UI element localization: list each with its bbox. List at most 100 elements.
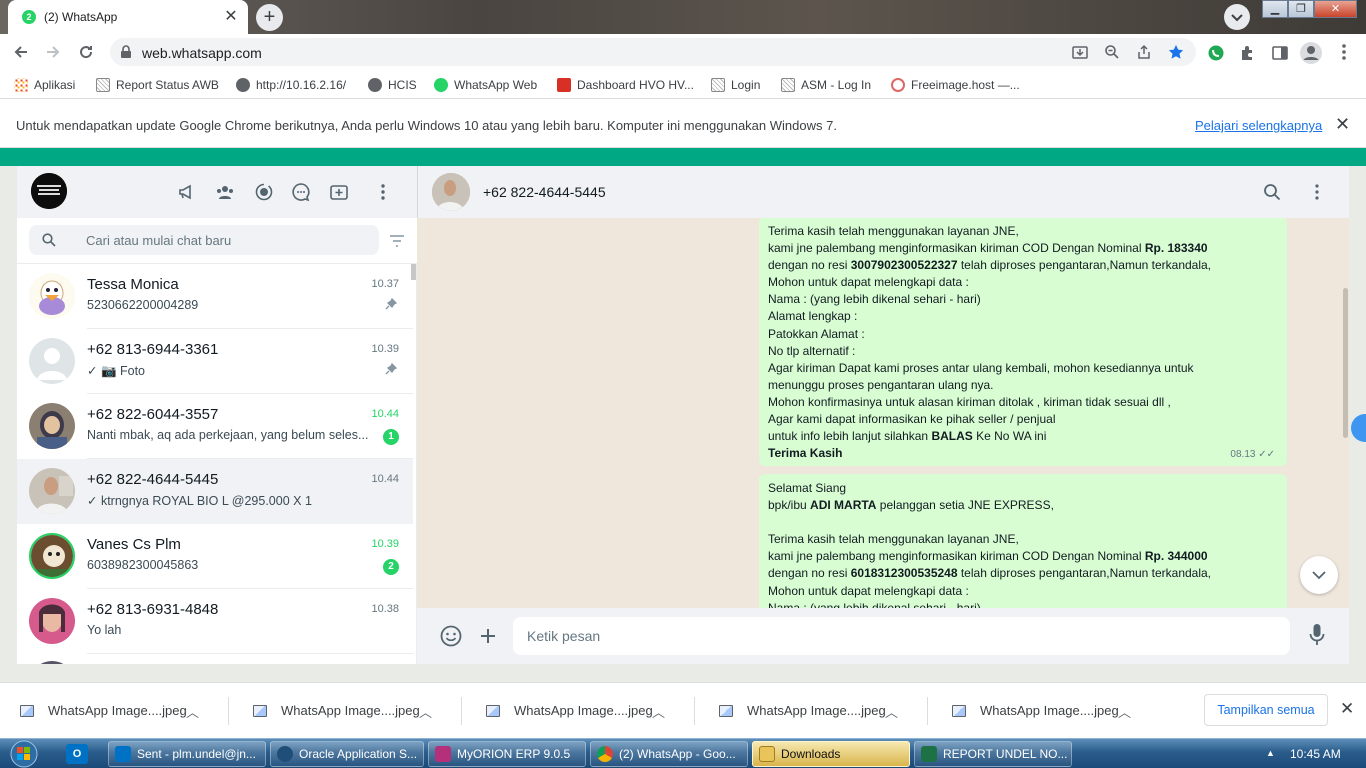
download-filename: WhatsApp Image....jpeg xyxy=(980,703,1119,718)
chat-item[interactable]: +62 822-6044-3557 10.44 Nanti mbak, aq a… xyxy=(17,394,413,459)
outlook-pinned-icon[interactable]: O xyxy=(66,744,88,764)
new-chat-icon[interactable] xyxy=(329,182,349,202)
bookmark-aplikasi[interactable]: Aplikasi xyxy=(14,76,75,94)
learn-more-link[interactable]: Pelajari selengkapnya xyxy=(1195,118,1322,133)
whatsapp-tab-favicon: 2 xyxy=(22,10,36,24)
contact-avatar[interactable] xyxy=(432,173,470,211)
bookmark-freeimage[interactable]: Freeimage.host —... xyxy=(891,76,1020,94)
back-icon[interactable] xyxy=(12,43,30,61)
chat-name: Tessa Monica xyxy=(87,276,179,293)
zoom-icon[interactable] xyxy=(1104,44,1120,60)
chevron-up-icon[interactable]: ︿ xyxy=(652,702,665,721)
message-scrollbar[interactable] xyxy=(1343,288,1348,438)
chrome-menu-icon[interactable] xyxy=(1338,43,1350,61)
message-line: Mohon untuk dapat melengkapi data : xyxy=(768,583,969,598)
filter-icon[interactable] xyxy=(389,234,405,248)
taskbar-item-outlook[interactable]: Sent - plm.undel@jn... xyxy=(108,741,266,767)
bookmark-star-icon[interactable] xyxy=(1168,44,1184,60)
microphone-icon[interactable] xyxy=(1309,623,1325,647)
bookmark-dashboard[interactable]: Dashboard HVO HV... xyxy=(557,76,694,94)
scroll-to-bottom-button[interactable] xyxy=(1300,556,1338,594)
profile-avatar-icon[interactable] xyxy=(1299,41,1323,65)
minimize-button[interactable]: ▁ xyxy=(1262,0,1288,18)
chat-item-partial[interactable] xyxy=(17,654,413,664)
taskbar-item-erp[interactable]: MyORION ERP 9.0.5 xyxy=(428,741,586,767)
download-item[interactable]: WhatsApp Image....jpeg ︿ xyxy=(699,693,929,729)
image-file-icon xyxy=(20,705,34,717)
message-line: kami jne palembang menginformasikan kiri… xyxy=(768,241,1208,256)
search-input[interactable]: Cari atau mulai chat baru xyxy=(29,225,379,255)
side-panel-icon[interactable] xyxy=(1271,44,1289,62)
bookmark-whatsapp-web[interactable]: WhatsApp Web xyxy=(434,76,537,94)
sidebar-menu-icon[interactable] xyxy=(373,182,393,202)
tray-expand-icon[interactable]: ▲ xyxy=(1266,748,1275,758)
chevron-up-icon[interactable]: ︿ xyxy=(186,702,199,721)
download-item[interactable]: WhatsApp Image....jpeg ︿ xyxy=(233,693,463,729)
search-messages-icon[interactable] xyxy=(1263,183,1281,201)
address-bar[interactable]: web.whatsapp.com xyxy=(110,38,1196,66)
tab-search-button[interactable] xyxy=(1224,4,1250,30)
chat-time: 10.38 xyxy=(371,603,399,615)
download-item[interactable]: WhatsApp Image....jpeg ︿ xyxy=(466,693,696,729)
channels-megaphone-icon[interactable] xyxy=(177,182,197,202)
message-bubble-outgoing[interactable]: Selamat Siang bpk/ibu ADI MARTA pelangga… xyxy=(759,474,1287,608)
channels-chat-icon[interactable] xyxy=(291,182,311,202)
chat-name: Vanes Cs Plm xyxy=(87,536,181,553)
bookmark-asm[interactable]: ASM - Log In xyxy=(781,76,871,94)
download-filename: WhatsApp Image....jpeg xyxy=(514,703,653,718)
message-input[interactable]: Ketik pesan xyxy=(513,617,1290,655)
chat-item[interactable]: Vanes Cs Plm 10.39 6038982300045863 2 xyxy=(17,524,413,589)
page-icon xyxy=(96,78,110,92)
window-close-button[interactable]: ✕ xyxy=(1314,0,1357,18)
chevron-up-icon[interactable]: ︿ xyxy=(419,702,432,721)
browser-toolbar: web.whatsapp.com xyxy=(0,34,1366,70)
bookmark-ip[interactable]: http://10.16.2.16/ xyxy=(236,76,346,94)
attach-plus-icon[interactable] xyxy=(479,627,497,645)
message-line: Nama : (yang lebih dikenal sehari - hari… xyxy=(768,600,981,608)
folder-icon xyxy=(759,746,775,762)
forward-icon[interactable] xyxy=(44,43,62,61)
shelf-close-icon[interactable]: ✕ xyxy=(1340,699,1354,719)
bookmark-hcis[interactable]: HCIS xyxy=(368,76,417,94)
whatsapp-icon xyxy=(434,78,448,92)
chat-item-active[interactable]: +62 822-4644-5445 10.44 ✓ ktrngnya ROYAL… xyxy=(17,459,413,524)
install-app-icon[interactable] xyxy=(1072,44,1088,60)
show-all-downloads-button[interactable]: Tampilkan semua xyxy=(1204,694,1328,726)
taskbar-item-oracle[interactable]: Oracle Application S... xyxy=(270,741,424,767)
emoji-icon[interactable] xyxy=(440,625,462,647)
outlook-icon xyxy=(115,746,131,762)
taskbar-label: MyORION ERP 9.0.5 xyxy=(457,747,571,761)
chat-item[interactable]: +62 813-6944-3361 10.39 ✓ 📷 Foto xyxy=(17,329,413,394)
tab-whatsapp[interactable]: 2 (2) WhatsApp ✕ xyxy=(8,0,248,34)
download-item[interactable]: WhatsApp Image....jpeg ︿ xyxy=(932,693,1162,729)
conversation-menu-icon[interactable] xyxy=(1308,183,1326,201)
chat-item[interactable]: +62 813-6931-4848 10.38 Yo lah xyxy=(17,589,413,654)
bookmark-login[interactable]: Login xyxy=(711,76,760,94)
new-tab-button[interactable]: + xyxy=(256,4,283,31)
taskbar-clock[interactable]: 10:45 AM xyxy=(1290,747,1341,761)
start-button[interactable] xyxy=(4,739,44,768)
extensions-puzzle-icon[interactable] xyxy=(1239,44,1257,62)
bookmark-report-status-awb[interactable]: Report Status AWB xyxy=(96,76,219,94)
conversation-header[interactable]: +62 822-4644-5445 xyxy=(417,166,1349,218)
lock-icon xyxy=(121,45,131,58)
download-item[interactable]: WhatsApp Image....jpeg ︿ xyxy=(0,693,230,729)
whatsapp-extension-icon[interactable] xyxy=(1207,44,1225,62)
taskbar-item-chrome[interactable]: (2) WhatsApp - Goo... xyxy=(590,741,748,767)
communities-icon[interactable] xyxy=(215,182,235,202)
my-avatar[interactable] xyxy=(31,173,67,209)
reload-icon[interactable] xyxy=(77,43,95,61)
chat-sidebar: Cari atau mulai chat baru Tessa Monica 1… xyxy=(17,166,417,664)
maximize-button[interactable]: ❐ xyxy=(1288,0,1314,18)
taskbar-item-downloads[interactable]: Downloads xyxy=(752,741,910,767)
tab-close-icon[interactable]: ✕ xyxy=(222,8,240,26)
chevron-up-icon[interactable]: ︿ xyxy=(885,702,898,721)
message-bubble-outgoing[interactable]: Terima kasih telah menggunakan layanan J… xyxy=(759,218,1287,466)
status-icon[interactable] xyxy=(254,182,274,202)
infobar-close-icon[interactable]: ✕ xyxy=(1335,114,1350,135)
chat-item[interactable]: Tessa Monica 10.37 5230662200004289 xyxy=(17,264,413,329)
share-icon[interactable] xyxy=(1136,44,1152,60)
taskbar-item-excel[interactable]: REPORT UNDEL NO... xyxy=(914,741,1072,767)
taskbar-label: (2) WhatsApp - Goo... xyxy=(619,747,736,761)
chevron-up-icon[interactable]: ︿ xyxy=(1118,702,1131,721)
